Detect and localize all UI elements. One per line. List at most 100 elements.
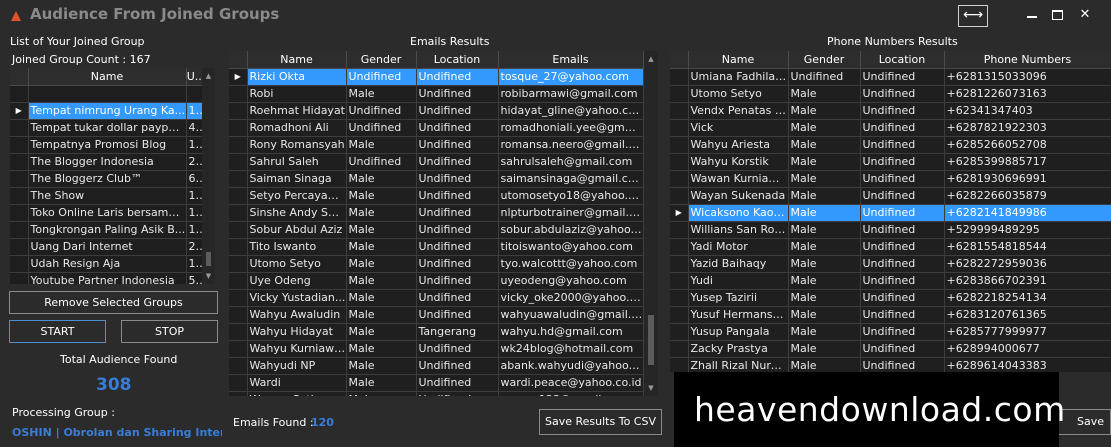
table-row[interactable]: ▶ Tempat nimrung Urang Ka... 1...: [10, 102, 207, 120]
header-name[interactable]: Name: [247, 51, 347, 69]
table-row[interactable]: Romadhoni Ali Undifined Undifined romadhoni…: [229, 119, 644, 137]
scroll-down-icon[interactable]: ▼: [644, 384, 658, 392]
table-row[interactable]: Udah Resign Aja 1...: [10, 255, 207, 273]
table-row[interactable]: The Bloggerz Club™ 6...: [10, 170, 207, 188]
table-row[interactable]: The Blogger Indonesia 2...: [10, 153, 207, 171]
table-cell: Sinshe Andy Sav...: [247, 204, 347, 222]
table-row[interactable]: Wayan Sukenada Male Undifined +628226603587…: [670, 187, 1111, 205]
table-row[interactable]: Wardi Male Undifined wardi.peace@yahoo.co.i…: [229, 374, 644, 392]
start-button[interactable]: START: [9, 320, 106, 343]
close-icon[interactable]: ✕: [1075, 6, 1095, 24]
table-row[interactable]: Yusup Pangala Male Undifined +6285777999977: [670, 323, 1111, 341]
table-cell: The Blogger Indonesia: [28, 153, 187, 171]
emails-results-table[interactable]: Name Gender Location Emails ▶ Rizki Okta U…: [229, 51, 658, 396]
table-row[interactable]: Willians San Rom... Male Undifined +5299994…: [670, 221, 1111, 239]
table-cell: Sobur Abdul Aziz: [247, 221, 347, 239]
table-row[interactable]: Yusuf Hermansy... Male Undifined +628312076…: [670, 306, 1111, 324]
header-location[interactable]: Location: [860, 51, 945, 69]
table-row[interactable]: Roehmat Hidayat Undifined Undifined hidayat…: [229, 102, 644, 120]
table-row[interactable]: Umiana Fadhilah... Undifined Undifined +628…: [670, 68, 1111, 86]
table-row[interactable]: Wahyu Kurniawan Male Undifined wk24blog@hot…: [229, 340, 644, 358]
table-cell: Willians San Rom...: [688, 221, 789, 239]
scroll-thumb[interactable]: [206, 252, 211, 266]
save-emails-csv-button[interactable]: Save Results To CSV: [539, 409, 662, 435]
table-row[interactable]: Sahrul Saleh Undifined Undifined sahrulsale…: [229, 153, 644, 171]
joined-group-count: Joined Group Count : 167: [12, 53, 151, 66]
scroll-up-icon[interactable]: ▲: [202, 72, 215, 80]
scroll-down-icon[interactable]: ▼: [202, 272, 215, 280]
table-row[interactable]: Vendx Penatas P... Male Undifined +62341347…: [670, 102, 1111, 120]
table-row[interactable]: Setyo Percayade... Male Undifined utomosety…: [229, 187, 644, 205]
table-cell: Male: [788, 119, 861, 137]
header-location[interactable]: Location: [416, 51, 499, 69]
table-cell: Undifined: [416, 170, 499, 188]
table-row[interactable]: Tongkrongan Paling Asik B... 1...: [10, 221, 207, 239]
table-cell: Male: [788, 357, 861, 372]
table-row[interactable]: Sobur Abdul Aziz Male Undifined sobur.abdul…: [229, 221, 644, 239]
table-cell: vicky_oke2000@yahoo.com: [498, 289, 644, 307]
table-row[interactable]: Rony Romansyah Male Undifined romansa.neero…: [229, 136, 644, 154]
maximize-icon[interactable]: [1048, 6, 1068, 24]
table-row[interactable]: Yazid Baihaqy Male Undifined +6282272959036: [670, 255, 1111, 273]
table-row[interactable]: Uye Odeng Male Undifined uyeodeng@yahoo.com: [229, 272, 644, 290]
table-row[interactable]: Tempat tukar dollar paypal... 4...: [10, 119, 207, 137]
table-row[interactable]: Sinshe Andy Sav... Male Undifined nlpturbot…: [229, 204, 644, 222]
header-emails[interactable]: Emails: [498, 51, 644, 69]
table-row[interactable]: Tito Iswanto Male Undifined titoiswanto@yah…: [229, 238, 644, 256]
table-row[interactable]: Yadi Motor Male Undifined +6281554818544: [670, 238, 1111, 256]
table-row[interactable]: Vick Male Undifined +6287821922303: [670, 119, 1111, 137]
table-cell: +6281315033096: [944, 68, 1111, 86]
title-bar: Audience From Joined Groups ⟷ ✕: [0, 0, 1111, 32]
table-cell: Vicky Yustadian...: [247, 289, 347, 307]
header-gender[interactable]: Gender: [788, 51, 861, 69]
row-indicator: [10, 119, 29, 137]
row-indicator: [10, 170, 29, 188]
table-cell: Sahrul Saleh: [247, 153, 347, 171]
table-cell: Undifined: [416, 255, 499, 273]
table-row[interactable]: Wahyu Ariesta Male Undifined +6285266052708: [670, 136, 1111, 154]
table-row[interactable]: ▶ Rizki Okta Undifined Undifined tosque_27@y…: [229, 68, 644, 86]
table-row[interactable]: Wahyu Hidayat Male Tangerang wahyu.hd@gmail…: [229, 323, 644, 341]
table-row[interactable]: Wahyu Awaludin Male Undifined wahyuawaludin…: [229, 306, 644, 324]
header-name[interactable]: Name: [688, 51, 789, 69]
table-row[interactable]: Wahyu Korstik Male Undifined +6285399885717: [670, 153, 1111, 171]
resize-arrows-icon[interactable]: ⟷: [958, 5, 988, 27]
table-row[interactable]: Toko Online Laris bersama... 1...: [10, 204, 207, 222]
table-row[interactable]: Utomo Setyo Male Undifined +6281226073163: [670, 85, 1111, 103]
header-gender[interactable]: Gender: [346, 51, 417, 69]
table-cell: Male: [788, 85, 861, 103]
scroll-thumb[interactable]: [648, 315, 654, 365]
table-row[interactable]: Vicky Yustadian... Male Undifined vicky_oke…: [229, 289, 644, 307]
table-cell: +6285266052708: [944, 136, 1111, 154]
table-row[interactable]: ▶ Wicaksono Kaos... Male Undifined +62821418…: [670, 204, 1111, 222]
header-name[interactable]: Name: [28, 68, 187, 86]
table-row[interactable]: Robi Male Undifined robibarmawi@gmail.com: [229, 85, 644, 103]
table-row[interactable]: Zacky Prastya Male Undifined +628994000677: [670, 340, 1111, 358]
scroll-up-icon[interactable]: ▲: [644, 55, 658, 63]
header-phone-numbers[interactable]: Phone Numbers: [944, 51, 1111, 69]
table-row[interactable]: Yusep Tazirii Male Undifined +6282218254134: [670, 289, 1111, 307]
table-row[interactable]: Tempatnya Promosi Blog 1...: [10, 136, 207, 154]
emails-scrollbar[interactable]: ▲ ▼: [644, 51, 658, 396]
row-indicator: [229, 357, 248, 375]
remove-selected-groups-button[interactable]: Remove Selected Groups: [9, 291, 218, 314]
stop-button[interactable]: STOP: [121, 320, 218, 343]
table-row[interactable]: Zhall Rizal Nurdin Male Undifined +62896140…: [670, 357, 1111, 372]
table-row[interactable]: Wawan SetiawanMaleUndifinedwawan123@gmai…: [229, 391, 644, 396]
phone-results-table[interactable]: Name Gender Location Phone Numbers Umian…: [670, 51, 1111, 372]
groups-scrollbar[interactable]: ▲ ▼: [202, 68, 215, 284]
table-row[interactable]: Uang Dari Internet 2...: [10, 238, 207, 256]
row-indicator: [670, 238, 689, 256]
table-row[interactable]: Youtube Partner Indonesia 5...: [10, 272, 207, 284]
table-row[interactable]: Saiman Sinaga Male Undifined saimansinaga@g…: [229, 170, 644, 188]
row-indicator: [229, 136, 248, 154]
table-cell: Yazid Baihaqy: [688, 255, 789, 273]
joined-groups-table[interactable]: Name U... ▶ Tempat nimrung Urang Ka... 1..…: [10, 68, 215, 284]
table-cell: wawan123@gmail.com: [498, 391, 644, 396]
table-row[interactable]: Wahyudi NP Male Undifined abank.wahyudi@yah…: [229, 357, 644, 375]
table-row[interactable]: The Show 1...: [10, 187, 207, 205]
minimize-icon[interactable]: [1022, 6, 1042, 24]
table-row[interactable]: Yudi Male Undifined +6283866702391: [670, 272, 1111, 290]
table-row[interactable]: Wawan Kurniawan Male Undifined +62819306969…: [670, 170, 1111, 188]
table-row[interactable]: Utomo Setyo Male Undifined tyo.walcottt@yah…: [229, 255, 644, 273]
